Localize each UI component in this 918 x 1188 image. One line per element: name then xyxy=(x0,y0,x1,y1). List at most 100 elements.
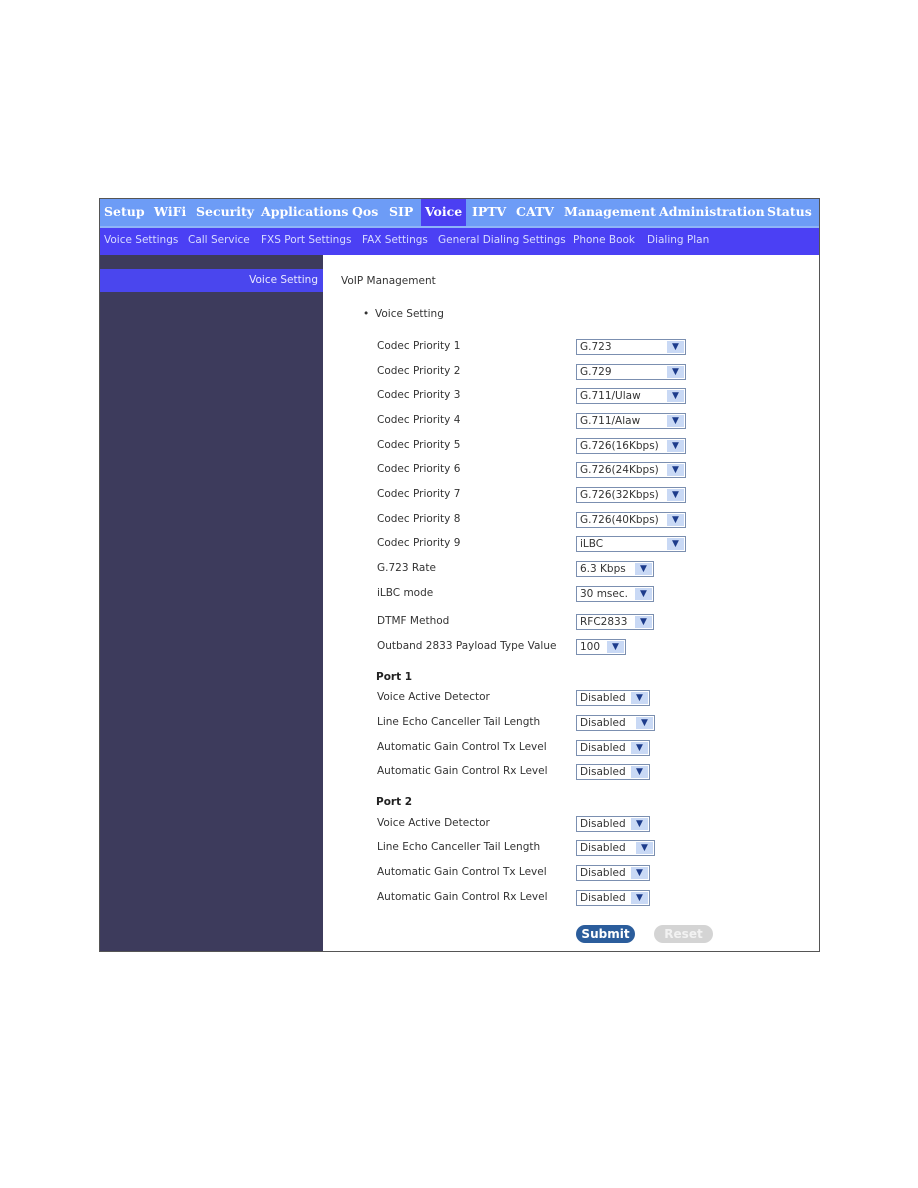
tab-catv[interactable]: CATV xyxy=(512,199,558,226)
tab-status[interactable]: Status xyxy=(763,199,816,226)
chevron-down-icon: ▼ xyxy=(631,892,648,904)
port-1-heading: Port 1 xyxy=(376,671,413,683)
outband-2833-payload-type-value-select[interactable]: 100 ▼ xyxy=(576,639,626,655)
chevron-down-icon: ▼ xyxy=(631,692,648,704)
codec-priority-2-select[interactable]: G.729 ▼ xyxy=(576,364,686,380)
tab-iptv[interactable]: IPTV xyxy=(468,199,510,226)
codec-priority-1-select[interactable]: G.723 ▼ xyxy=(576,339,686,355)
sidebar-item-voice-setting[interactable]: Voice Setting xyxy=(100,269,323,292)
subtab-call-service[interactable]: Call Service xyxy=(188,228,250,253)
chevron-down-icon: ▼ xyxy=(667,514,684,526)
chevron-down-icon: ▼ xyxy=(636,717,653,729)
g-723-rate-label: G.723 Rate xyxy=(377,562,436,574)
selected-value: G.711/Ulaw xyxy=(580,390,641,402)
codec-priority-6-select[interactable]: G.726(24Kbps) ▼ xyxy=(576,462,686,478)
submit-button[interactable]: Submit xyxy=(576,925,635,943)
selected-value: G.729 xyxy=(580,366,612,378)
chevron-down-icon: ▼ xyxy=(631,867,648,879)
chevron-down-icon: ▼ xyxy=(667,366,684,378)
ilbc-mode-label: iLBC mode xyxy=(377,587,434,599)
port2-automatic-gain-control-tx-level-label: Automatic Gain Control Tx Level xyxy=(377,866,547,878)
chevron-down-icon: ▼ xyxy=(635,563,652,575)
tab-applications[interactable]: Applications xyxy=(257,199,352,226)
port-2-heading: Port 2 xyxy=(376,796,413,808)
subtab-phone-book[interactable]: Phone Book xyxy=(573,228,635,253)
selected-value: G.726(16Kbps) xyxy=(580,440,659,452)
selected-value: Disabled xyxy=(580,892,626,904)
codec-priority-3-label: Codec Priority 3 xyxy=(377,389,461,401)
sub-nav: Voice Settings Call Service FXS Port Setti… xyxy=(100,228,819,255)
router-admin-frame: Setup WiFi Security Applications Qos SIP Voice… xyxy=(99,198,820,952)
selected-value: Disabled xyxy=(580,842,626,854)
selected-value: 30 msec. xyxy=(580,588,628,600)
selected-value: G.726(40Kbps) xyxy=(580,514,659,526)
selected-value: Disabled xyxy=(580,867,626,879)
section-bullet: • xyxy=(363,308,370,320)
port1-line-echo-canceller-tail-length-label: Line Echo Canceller Tail Length xyxy=(377,716,541,728)
selected-value: Disabled xyxy=(580,742,626,754)
port1-line-echo-canceller-tail-length-select[interactable]: Disabled ▼ xyxy=(576,715,655,731)
codec-priority-8-select[interactable]: G.726(40Kbps) ▼ xyxy=(576,512,686,528)
selected-value: Disabled xyxy=(580,692,626,704)
ilbc-mode-select[interactable]: 30 msec. ▼ xyxy=(576,586,654,602)
chevron-down-icon: ▼ xyxy=(667,489,684,501)
codec-priority-5-label: Codec Priority 5 xyxy=(377,439,461,451)
port2-automatic-gain-control-tx-level-select[interactable]: Disabled ▼ xyxy=(576,865,650,881)
codec-priority-7-select[interactable]: G.726(32Kbps) ▼ xyxy=(576,487,686,503)
codec-priority-5-select[interactable]: G.726(16Kbps) ▼ xyxy=(576,438,686,454)
codec-priority-2-label: Codec Priority 2 xyxy=(377,365,461,377)
sidebar: Voice Setting xyxy=(100,255,323,951)
subtab-voice-settings[interactable]: Voice Settings xyxy=(104,228,178,253)
subtab-general-dialing-settings[interactable]: General Dialing Settings xyxy=(438,228,566,253)
tab-setup[interactable]: Setup xyxy=(100,199,149,226)
port2-voice-active-detector-label: Voice Active Detector xyxy=(377,817,490,829)
subtab-fxs-port-settings[interactable]: FXS Port Settings xyxy=(261,228,351,253)
chevron-down-icon: ▼ xyxy=(667,440,684,452)
tab-voice[interactable]: Voice xyxy=(421,199,467,226)
codec-priority-4-select[interactable]: G.711/Alaw ▼ xyxy=(576,413,686,429)
tab-wifi[interactable]: WiFi xyxy=(150,199,190,226)
selected-value: G.726(24Kbps) xyxy=(580,464,659,476)
port2-voice-active-detector-select[interactable]: Disabled ▼ xyxy=(576,816,650,832)
top-nav: Setup WiFi Security Applications Qos SIP Voice… xyxy=(100,199,819,228)
port2-automatic-gain-control-rx-level-select[interactable]: Disabled ▼ xyxy=(576,890,650,906)
tab-qos[interactable]: Qos xyxy=(348,199,382,226)
tab-administration[interactable]: Administration xyxy=(655,199,769,226)
chevron-down-icon: ▼ xyxy=(667,341,684,353)
chevron-down-icon: ▼ xyxy=(667,390,684,402)
codec-priority-7-label: Codec Priority 7 xyxy=(377,488,461,500)
codec-priority-9-select[interactable]: iLBC ▼ xyxy=(576,536,686,552)
port2-line-echo-canceller-tail-length-label: Line Echo Canceller Tail Length xyxy=(377,841,541,853)
g-723-rate-select[interactable]: 6.3 Kbps ▼ xyxy=(576,561,654,577)
codec-priority-8-label: Codec Priority 8 xyxy=(377,513,461,525)
chevron-down-icon: ▼ xyxy=(636,842,653,854)
outband-2833-payload-type-value-label: Outband 2833 Payload Type Value xyxy=(377,640,557,652)
port1-automatic-gain-control-tx-level-select[interactable]: Disabled ▼ xyxy=(576,740,650,756)
page-title: VoIP Management xyxy=(341,275,436,287)
port1-automatic-gain-control-rx-level-select[interactable]: Disabled ▼ xyxy=(576,764,650,780)
tab-management[interactable]: Management xyxy=(560,199,660,226)
selected-value: G.726(32Kbps) xyxy=(580,489,659,501)
tab-security[interactable]: Security xyxy=(192,199,258,226)
selected-value: iLBC xyxy=(580,538,604,550)
port2-line-echo-canceller-tail-length-select[interactable]: Disabled ▼ xyxy=(576,840,655,856)
port1-voice-active-detector-select[interactable]: Disabled ▼ xyxy=(576,690,650,706)
selected-value: G.723 xyxy=(580,341,612,353)
codec-priority-3-select[interactable]: G.711/Ulaw ▼ xyxy=(576,388,686,404)
selected-value: 6.3 Kbps xyxy=(580,563,626,575)
selected-value: Disabled xyxy=(580,818,626,830)
subtab-dialing-plan[interactable]: Dialing Plan xyxy=(647,228,709,253)
tab-sip[interactable]: SIP xyxy=(385,199,417,226)
selected-value: G.711/Alaw xyxy=(580,415,641,427)
subtab-fax-settings[interactable]: FAX Settings xyxy=(362,228,428,253)
selected-value: Disabled xyxy=(580,717,626,729)
chevron-down-icon: ▼ xyxy=(631,766,648,778)
chevron-down-icon: ▼ xyxy=(635,588,652,600)
port2-automatic-gain-control-rx-level-label: Automatic Gain Control Rx Level xyxy=(377,891,548,903)
port1-voice-active-detector-label: Voice Active Detector xyxy=(377,691,490,703)
codec-priority-1-label: Codec Priority 1 xyxy=(377,340,461,352)
dtmf-method-select[interactable]: RFC2833 ▼ xyxy=(576,614,654,630)
port1-automatic-gain-control-tx-level-label: Automatic Gain Control Tx Level xyxy=(377,741,547,753)
reset-button[interactable]: Reset xyxy=(654,925,713,943)
codec-priority-9-label: Codec Priority 9 xyxy=(377,537,461,549)
